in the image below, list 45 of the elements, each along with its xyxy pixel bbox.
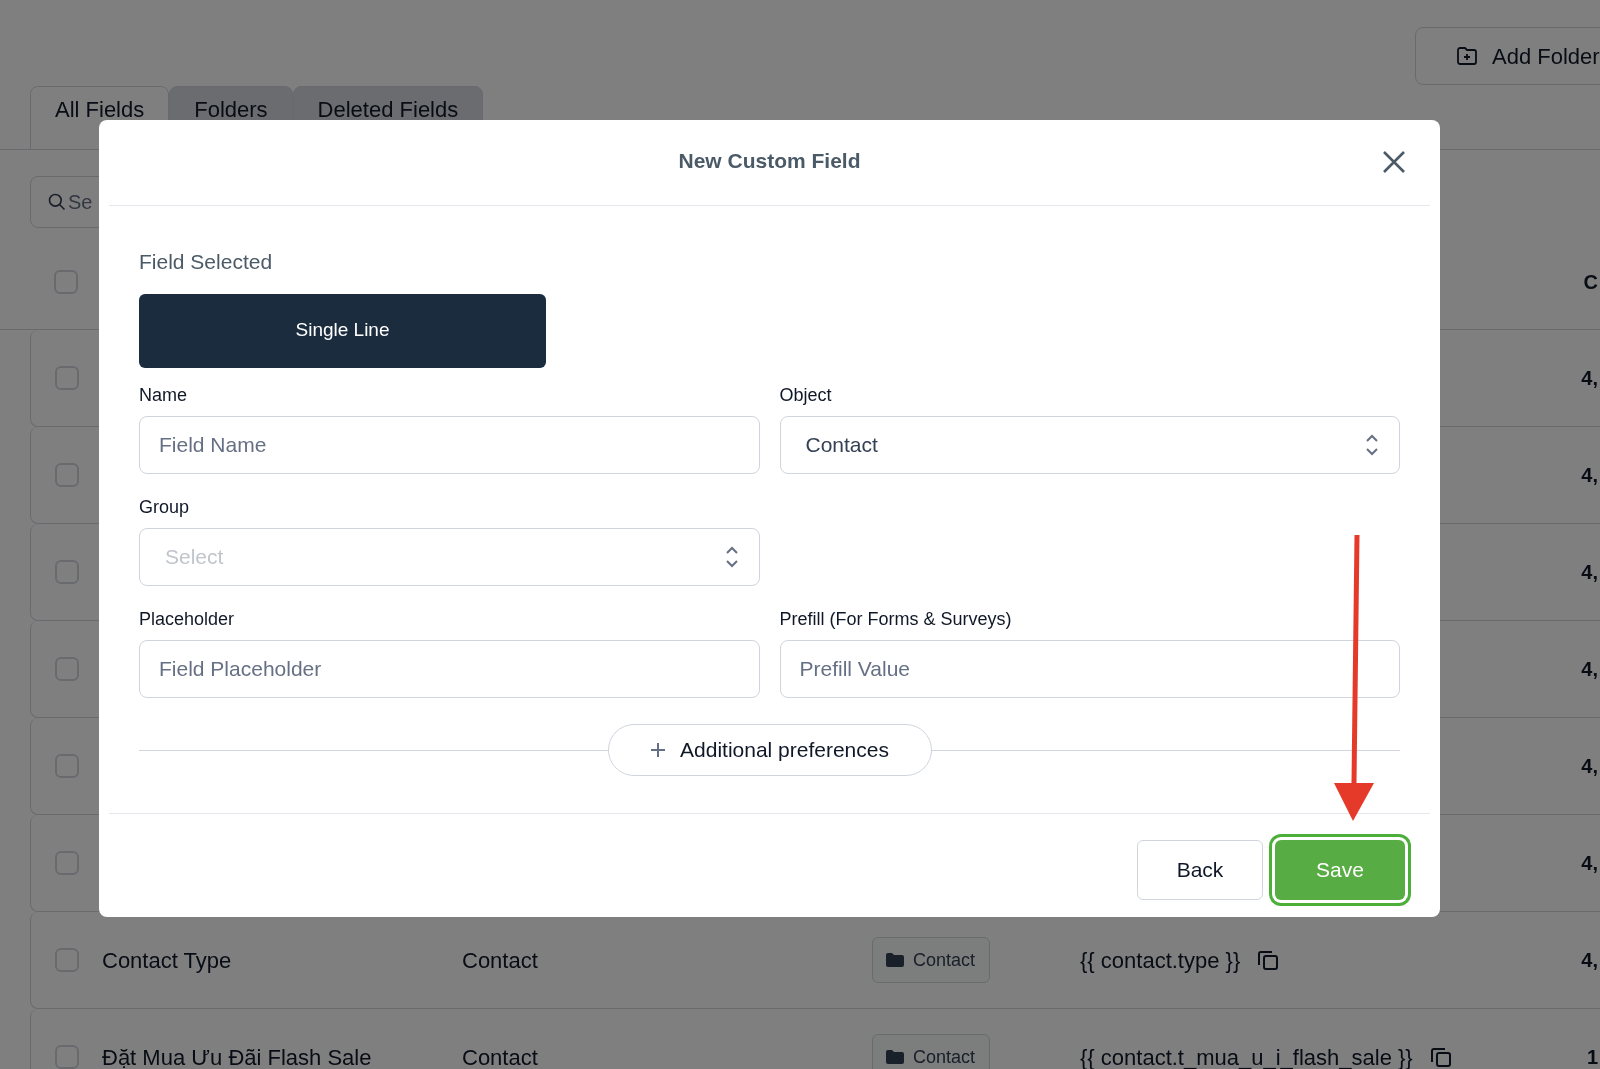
object-cell-text: Contact [462,1043,539,1069]
chevron-updown-icon [1365,432,1379,457]
table-cell-text: 4, [1581,366,1598,391]
folder-icon [885,952,905,968]
input-field[interactable]: Prefill Value [779,639,1400,698]
additional-preferences-button[interactable]: Additional preferences [607,723,932,776]
search-placeholder: Se [68,190,93,215]
field-label: Group [139,495,191,518]
select-field[interactable]: Contact [779,415,1400,474]
copy-icon[interactable] [1256,948,1281,972]
field-label: Prefill (For Forms & Surveys) [779,607,1013,630]
field-name: Đặt Mua Ưu Đãi Flash Sale [102,1043,373,1069]
table-cell-text: 4, [1581,851,1598,876]
table-cell-text: 4, [1581,948,1598,973]
table-cell-text: 4, [1581,754,1598,779]
section-label: Field Selected [139,249,274,275]
modal-title: New Custom Field [678,147,861,174]
folder-label: Contact [913,1045,976,1069]
input-field[interactable]: Field Placeholder [139,639,760,698]
table-cell-text: 1 [1586,1045,1598,1069]
table-cell-text: 4, [1581,463,1598,488]
folder-icon [885,1049,905,1065]
field-label: Object [779,383,833,406]
object-cell-text: Contact [462,946,539,975]
select-value: Contact [805,431,878,458]
close-icon[interactable] [1382,150,1406,174]
folder-label: Contact [913,948,976,972]
field-label: Placeholder [139,607,236,630]
field-name: Contact Type [102,946,233,975]
table-cell-text: 4, [1581,657,1598,682]
back-button[interactable]: Back [1137,839,1263,900]
folder-plus-icon [1456,46,1478,66]
input-field[interactable]: Field Name [139,415,760,474]
merge-key: {{ contact.type }} [1080,943,1241,977]
copy-icon[interactable] [1428,1045,1453,1069]
add-folder-button[interactable]: Add Folder [1415,27,1600,85]
plus-icon [650,741,666,758]
chevron-updown-icon [724,544,739,569]
merge-key: {{ contact.t_mua_u_i_flash_sale }} [1080,1040,1413,1069]
field-type-button[interactable]: Single Line [139,293,546,368]
search-icon [47,192,67,212]
field-label: Name [139,383,188,406]
select-placeholder: Select [165,543,224,570]
table-cell-text: 4, [1581,560,1598,585]
column-header: C [1583,269,1598,295]
